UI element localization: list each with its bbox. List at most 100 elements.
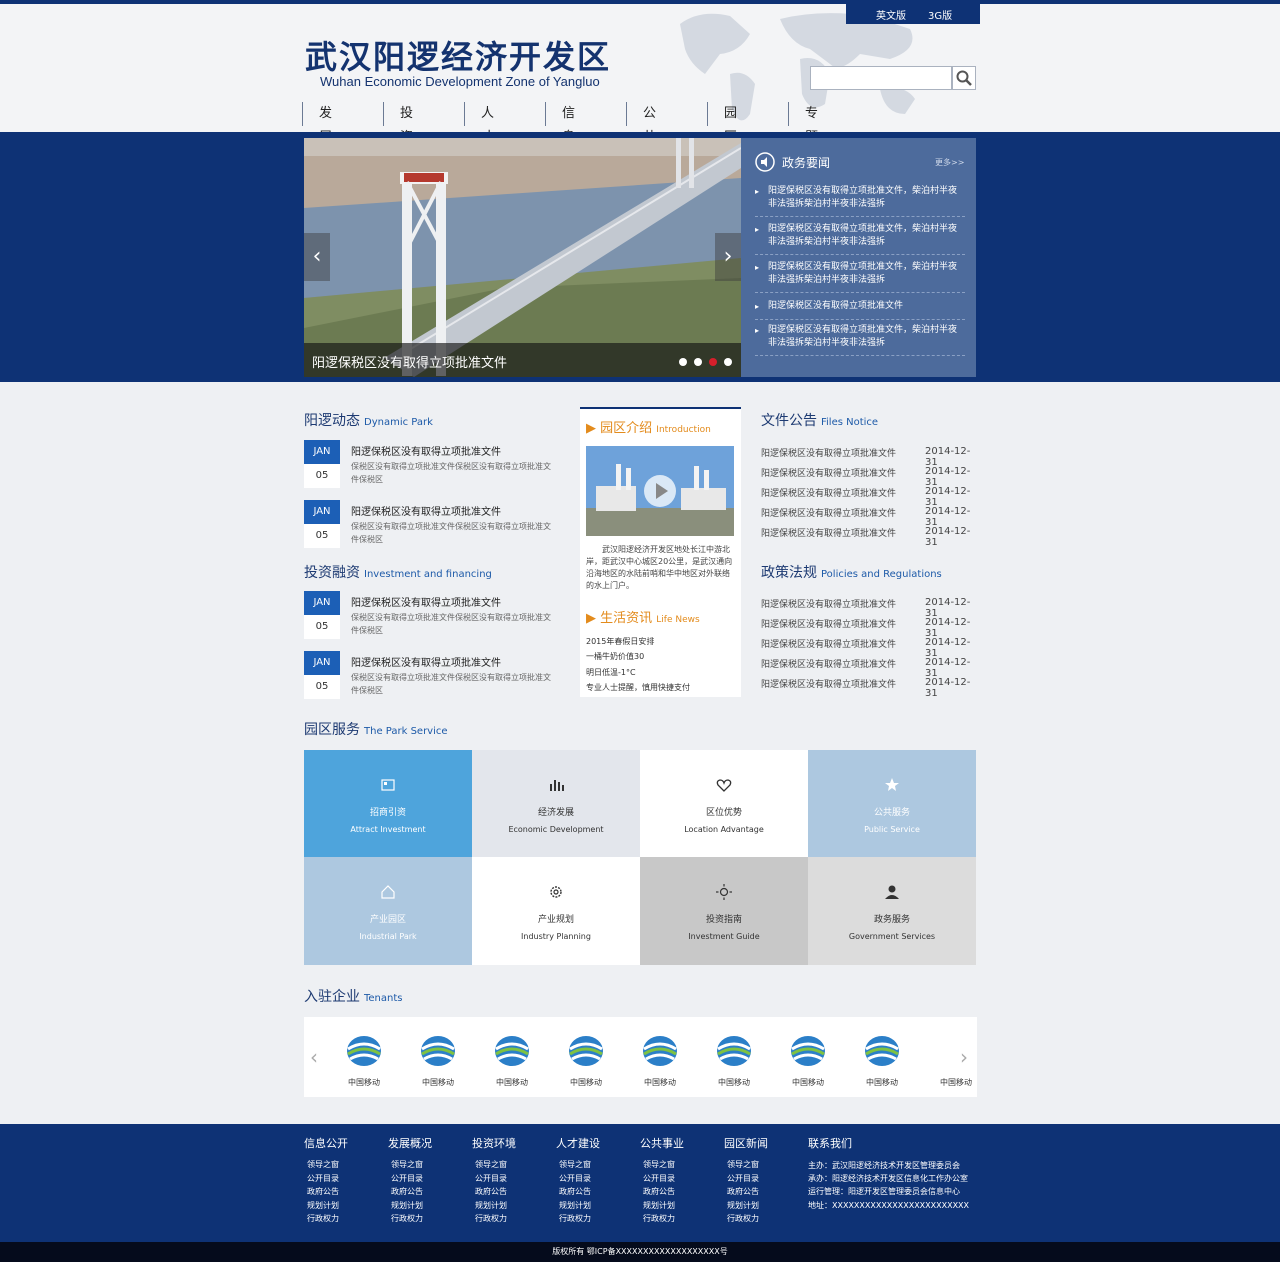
life-news-item[interactable]: 一桶牛奶价值30 [586,651,644,662]
service-tile[interactable]: 公共服务 Public Service [808,750,976,858]
footer-link[interactable]: 行政权力 [307,1213,339,1224]
slider-dot-2[interactable] [694,358,702,366]
news-title[interactable]: 阳逻保税区没有取得立项批准文件 [351,443,501,458]
files-item[interactable]: 阳逻保税区没有取得立项批准文件 2014-12-31 [761,466,977,488]
slider-dot-1[interactable] [679,358,687,366]
policies-item[interactable]: 阳逻保税区没有取得立项批准文件 2014-12-31 [761,677,977,699]
footer-link[interactable]: 政府公告 [727,1186,759,1197]
gov-news-item[interactable]: 阳逻保税区没有取得立项批准文件，柴泊村半夜非法强拆柴泊村半夜非法强拆 [755,185,965,217]
footer-link[interactable]: 行政权力 [643,1213,675,1224]
footer-link[interactable]: 规划计划 [391,1200,423,1211]
policies-item[interactable]: 阳逻保税区没有取得立项批准文件 2014-12-31 [761,597,977,619]
gov-news-item[interactable]: 阳逻保税区没有取得立项批准文件，柴泊村半夜非法强拆柴泊村半夜非法强拆 [755,223,965,255]
service-tile[interactable]: 政务服务 Government Services [808,857,976,965]
policies-item[interactable]: 阳逻保税区没有取得立项批准文件 2014-12-31 [761,617,977,639]
tenants-prev-button[interactable]: ‹ [310,1045,318,1069]
footer-column-title[interactable]: 信息公开 [304,1135,348,1151]
footer-link[interactable]: 规划计划 [307,1200,339,1211]
footer-link[interactable]: 公开目录 [643,1173,675,1184]
play-icon[interactable] [643,474,677,508]
footer-link[interactable]: 领导之窗 [727,1159,759,1170]
tenant-logo[interactable]: 中国移动 [778,1031,838,1089]
files-item[interactable]: 阳逻保税区没有取得立项批准文件 2014-12-31 [761,446,977,468]
slider-dot-4[interactable] [724,358,732,366]
files-item[interactable]: 阳逻保税区没有取得立项批准文件 2014-12-31 [761,526,977,548]
footer-link[interactable]: 规划计划 [559,1200,591,1211]
footer-link[interactable]: 政府公告 [475,1186,507,1197]
tenant-logo[interactable]: 中国移动 [334,1031,394,1089]
footer-column-title[interactable]: 发展概况 [388,1135,432,1151]
tenant-logo[interactable]: 中国移动 [704,1031,764,1089]
footer-column-title[interactable]: 园区新闻 [724,1135,768,1151]
search-button[interactable] [952,66,976,90]
footer-column-title[interactable]: 投资环境 [472,1135,516,1151]
nav-item-info-disclosure[interactable]: 信息公开 [545,102,575,193]
footer-link[interactable]: 公开目录 [559,1173,591,1184]
service-tile[interactable]: 经济发展 Economic Development [472,750,640,858]
service-tile[interactable]: 招商引资 Attract Investment [304,750,472,858]
footer-column-title[interactable]: 公共事业 [640,1135,684,1151]
investment-news-item[interactable]: JAN 05 阳逻保税区没有取得立项批准文件 保税区没有取得立项批准文件保税区没… [304,591,556,639]
service-tile[interactable]: 区位优势 Location Advantage [640,750,808,858]
footer-link[interactable]: 规划计划 [643,1200,675,1211]
site-logo-title[interactable]: 武汉阳逻经济开发区 [305,32,611,78]
slider-prev-button[interactable]: ‹ [304,233,330,281]
english-version-link[interactable]: 英文版 [876,7,906,22]
nav-item-overview[interactable]: 发展概况 [302,102,332,193]
notice-title[interactable]: 阳逻保税区没有取得立项批准文件 [761,489,896,499]
tenant-logo[interactable]: 中国移动 [630,1031,690,1089]
nav-item-topics[interactable]: 专题 [788,102,818,145]
footer-link[interactable]: 政府公告 [559,1186,591,1197]
notice-title[interactable]: 阳逻保税区没有取得立项批准文件 [761,469,896,479]
footer-link[interactable]: 规划计划 [727,1200,759,1211]
footer-contact-title[interactable]: 联系我们 [808,1135,852,1151]
footer-link[interactable]: 行政权力 [727,1213,759,1224]
footer-link[interactable]: 领导之窗 [307,1159,339,1170]
footer-link[interactable]: 政府公告 [307,1186,339,1197]
footer-link[interactable]: 公开目录 [727,1173,759,1184]
gov-news-more-link[interactable]: 更多>> [935,157,964,168]
tenant-logo[interactable]: 中国移动 [482,1031,542,1089]
footer-link[interactable]: 公开目录 [307,1173,339,1184]
gov-news-item[interactable]: 阳逻保税区没有取得立项批准文件 [755,300,965,320]
dynamic-news-item[interactable]: JAN 05 阳逻保税区没有取得立项批准文件 保税区没有取得立项批准文件保税区没… [304,440,556,488]
footer-link[interactable]: 公开目录 [475,1173,507,1184]
slider-caption[interactable]: 阳逻保税区没有取得立项批准文件 [312,352,507,371]
service-tile[interactable]: 投资指南 Investment Guide [640,857,808,965]
footer-link[interactable]: 政府公告 [643,1186,675,1197]
news-title[interactable]: 阳逻保税区没有取得立项批准文件 [351,503,501,518]
notice-title[interactable]: 阳逻保税区没有取得立项批准文件 [761,529,896,539]
life-news-item[interactable]: 明日低温-1°C [586,667,636,678]
life-news-item[interactable]: 2015年春假日安排 [586,636,654,647]
footer-link[interactable]: 行政权力 [475,1213,507,1224]
notice-title[interactable]: 阳逻保税区没有取得立项批准文件 [761,509,896,519]
files-item[interactable]: 阳逻保税区没有取得立项批准文件 2014-12-31 [761,506,977,528]
footer-link[interactable]: 规划计划 [475,1200,507,1211]
investment-news-item[interactable]: JAN 05 阳逻保税区没有取得立项批准文件 保税区没有取得立项批准文件保税区没… [304,651,556,699]
footer-link[interactable]: 领导之窗 [475,1159,507,1170]
footer-link[interactable]: 行政权力 [391,1213,423,1224]
policy-title[interactable]: 阳逻保税区没有取得立项批准文件 [761,600,896,610]
nav-item-talent[interactable]: 人才建设 [464,102,494,193]
nav-item-park-news[interactable]: 园区新闻 [707,102,737,193]
gov-news-item[interactable]: 阳逻保税区没有取得立项批准文件，柴泊村半夜非法强拆柴泊村半夜非法强拆 [755,324,965,356]
tenant-logo[interactable]: 中国移动 [408,1031,468,1089]
footer-column-title[interactable]: 人才建设 [556,1135,600,1151]
tenant-logo[interactable]: 中国移动 [852,1031,912,1089]
files-item[interactable]: 阳逻保税区没有取得立项批准文件 2014-12-31 [761,486,977,508]
policy-title[interactable]: 阳逻保税区没有取得立项批准文件 [761,620,896,630]
dynamic-news-item[interactable]: JAN 05 阳逻保税区没有取得立项批准文件 保税区没有取得立项批准文件保税区没… [304,500,556,548]
3g-version-link[interactable]: 3G版 [928,7,952,22]
slider-next-button[interactable]: › [715,233,741,281]
nav-item-investment-env[interactable]: 投资环境 [383,102,413,193]
notice-title[interactable]: 阳逻保税区没有取得立项批准文件 [761,449,896,459]
image-slider[interactable]: ‹ › 阳逻保税区没有取得立项批准文件 [304,138,741,377]
policies-item[interactable]: 阳逻保税区没有取得立项批准文件 2014-12-31 [761,657,977,679]
service-tile[interactable]: 产业园区 Industrial Park [304,857,472,965]
search-input[interactable] [810,66,952,90]
footer-link[interactable]: 政府公告 [391,1186,423,1197]
footer-link[interactable]: 行政权力 [559,1213,591,1224]
life-news-item[interactable]: 专业人士提醒，慎用快捷支付 [586,682,690,693]
footer-link[interactable]: 领导之窗 [643,1159,675,1170]
nav-item-public-affairs[interactable]: 公共事业 [626,102,656,193]
